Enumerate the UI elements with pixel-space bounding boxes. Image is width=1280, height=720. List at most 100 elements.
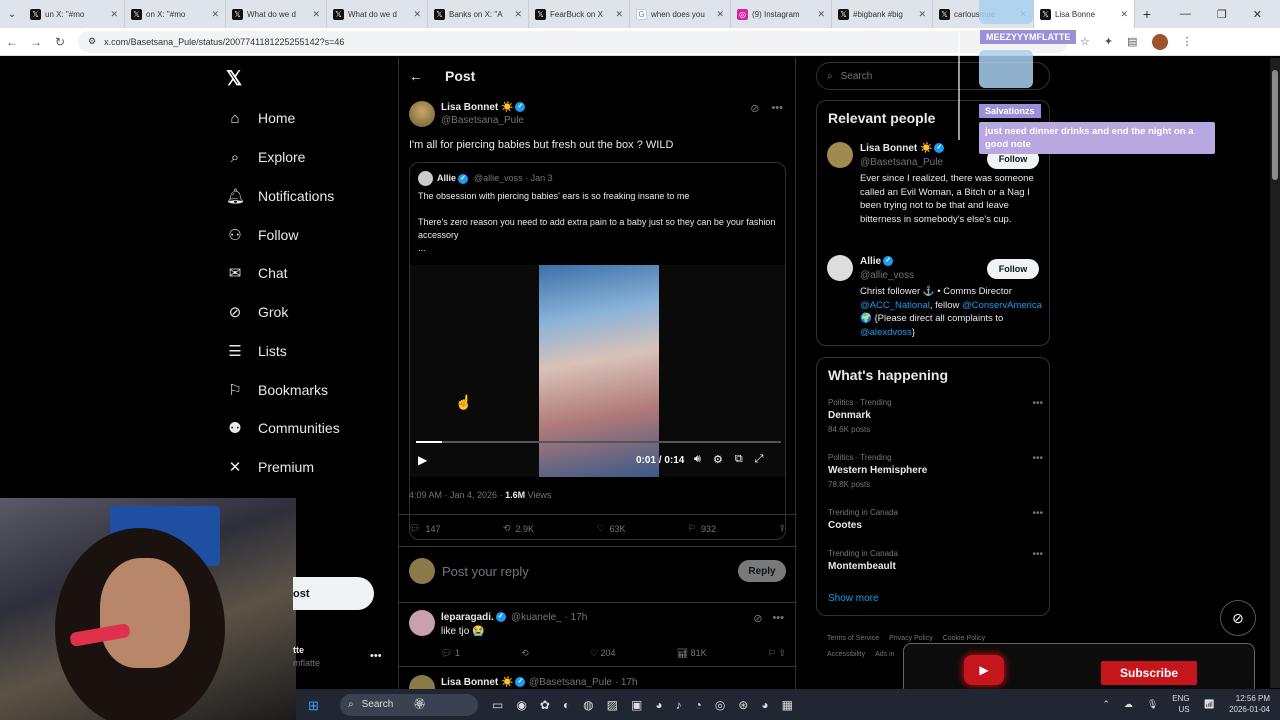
tab-close-icon[interactable]: ✕ bbox=[615, 9, 623, 20]
profile-avatar[interactable] bbox=[1151, 33, 1168, 50]
nav-item-follow[interactable]: ⚇ Follow bbox=[226, 220, 298, 250]
bio-link[interactable]: @alexdvoss bbox=[860, 327, 912, 338]
video-frame[interactable] bbox=[539, 265, 659, 477]
grok-floating-icon[interactable]: ⊘ bbox=[1220, 600, 1256, 636]
nav-item-grok[interactable]: ⊘ Grok bbox=[226, 297, 289, 327]
more-icon[interactable]: ••• bbox=[771, 102, 783, 115]
more-icon[interactable]: ••• bbox=[772, 612, 784, 625]
clock[interactable]: 12:56 PM 2026-01-04 bbox=[1229, 693, 1270, 715]
account-username[interactable]: mflatte bbox=[293, 658, 320, 668]
new-tab-button[interactable]: + bbox=[1135, 6, 1159, 22]
person-name[interactable]: Lisa Bonnet ☀️ ✓ bbox=[860, 143, 945, 154]
nav-item-notifications[interactable]: 🔔︎ Notifications bbox=[226, 181, 334, 211]
more-icon[interactable]: ••• bbox=[1032, 549, 1043, 560]
more-icon[interactable]: ••• bbox=[1032, 508, 1043, 519]
bio-link[interactable]: @ConservAmerica bbox=[962, 300, 1042, 311]
extensions-icon[interactable]: ✦ bbox=[1104, 35, 1113, 48]
grok-explain-icon[interactable]: ⊘ bbox=[753, 612, 762, 625]
tab-close-icon[interactable]: ✕ bbox=[413, 9, 421, 20]
more-icon[interactable]: ••• bbox=[1032, 453, 1043, 464]
person-username[interactable]: @Basetsana_Pule bbox=[860, 157, 943, 168]
footer-link[interactable]: Cookie Policy bbox=[943, 635, 985, 642]
scrollbar[interactable] bbox=[1270, 58, 1280, 688]
taskbar-search[interactable]: ⌕ Search 🏵︎ bbox=[340, 693, 478, 716]
volume-icon[interactable]: 🔊︎ bbox=[694, 453, 701, 466]
follow-button[interactable]: Follow bbox=[987, 259, 1039, 279]
trend-item[interactable]: Politics · Trending Denmark 84.6K posts ••• bbox=[828, 398, 1043, 434]
site-info-icon[interactable]: ⚙ bbox=[88, 36, 96, 47]
bookmark-action[interactable]: ⚐ 932 bbox=[688, 523, 716, 534]
reply-action[interactable]: 💬︎ 147 bbox=[409, 523, 440, 534]
steam-icon[interactable]: ⊛ bbox=[738, 698, 748, 712]
reply-action[interactable]: 💬︎ 1 bbox=[441, 648, 460, 659]
comment-avatar[interactable] bbox=[409, 610, 435, 636]
video-progress-bar[interactable] bbox=[416, 441, 781, 443]
reply-button[interactable]: Reply bbox=[738, 560, 786, 582]
menu-icon[interactable]: ⋮ bbox=[1182, 35, 1193, 48]
comment-author[interactable]: leparagadi. ✓ bbox=[441, 612, 506, 623]
browser-tab[interactable]: 𝕏 FearBuck on X ✕ bbox=[529, 0, 630, 28]
store-icon[interactable]: ▣ bbox=[631, 698, 642, 712]
browser-tab[interactable]: 𝕏on X: "#mo ✕ bbox=[125, 0, 226, 28]
tab-search-icon[interactable]: ⌄ bbox=[0, 0, 24, 28]
author-avatar[interactable] bbox=[409, 101, 435, 127]
nav-item-premium[interactable]: ✕ Premium bbox=[226, 452, 314, 482]
repost-action[interactable]: ⟲ 2.9K bbox=[503, 523, 534, 534]
edge-icon[interactable]: ◐ bbox=[563, 698, 570, 712]
browser-tab[interactable]: ◎ (9) Instagram ✕ bbox=[731, 0, 832, 28]
windows-start-icon[interactable]: ⊞ bbox=[308, 698, 328, 713]
nav-item-communities[interactable]: ⚉ Communities bbox=[226, 413, 339, 443]
browser-tab[interactable]: 𝕏un X: "#mo ✕ bbox=[24, 0, 125, 28]
nav-item-lists[interactable]: ☰ Lists bbox=[226, 336, 287, 366]
mic-icon[interactable]: 🎙︎ bbox=[1147, 699, 1158, 710]
author-name[interactable]: Lisa Bonnet ☀️ ✓ bbox=[441, 102, 526, 113]
play-icon[interactable]: ▶ bbox=[418, 453, 427, 467]
close-window-icon[interactable]: ✕ bbox=[1253, 8, 1262, 21]
notepad-icon[interactable]: ▨ bbox=[607, 698, 618, 712]
network-icon[interactable]: ☁ bbox=[1124, 699, 1133, 710]
footer-link[interactable]: Accessibility bbox=[827, 651, 865, 658]
account-name[interactable]: tte bbox=[293, 645, 304, 655]
globe-icon[interactable]: ◍ bbox=[583, 698, 593, 712]
tab-close-icon[interactable]: ✕ bbox=[716, 9, 724, 20]
browser-tab[interactable]: 𝕏 Banks on X: "A ✕ bbox=[428, 0, 529, 28]
firefox-icon[interactable]: ◉ bbox=[516, 698, 526, 712]
back-icon[interactable]: ← bbox=[0, 35, 24, 49]
file-explorer-icon[interactable]: ▭ bbox=[492, 698, 503, 712]
forward-icon[interactable]: → bbox=[24, 35, 48, 49]
wifi-icon[interactable]: 📶︎ bbox=[1204, 699, 1215, 710]
browser-tab[interactable]: 𝕏 What do we d ✕ bbox=[226, 0, 327, 28]
footer-link[interactable]: Privacy Policy bbox=[889, 635, 933, 642]
nav-item-explore[interactable]: ⌕ Explore bbox=[226, 142, 306, 172]
nav-item-home[interactable]: ⌂ Home bbox=[226, 103, 295, 133]
tiktok-icon[interactable]: ♪ bbox=[676, 698, 682, 712]
person-avatar[interactable] bbox=[827, 255, 853, 281]
back-arrow-icon[interactable]: ← bbox=[409, 68, 423, 84]
repost-action[interactable]: ⟲ bbox=[521, 648, 529, 659]
views-action[interactable]: 📊︎ 81K bbox=[677, 648, 707, 659]
like-action[interactable]: ♡ 204 bbox=[590, 648, 616, 659]
tray-chevron-icon[interactable]: ⌃ bbox=[1102, 699, 1110, 710]
video-player[interactable]: ▶ 0:01 / 0:14 🔊︎ ⚙ ⧉ ⤢ bbox=[410, 265, 785, 477]
quote-author-avatar[interactable] bbox=[418, 171, 433, 186]
bookmark-action[interactable]: ⚐ ⇪ bbox=[768, 648, 786, 659]
pip-icon[interactable]: ⧉ bbox=[735, 453, 743, 466]
tab-close-icon[interactable]: ✕ bbox=[514, 9, 522, 20]
settings-icon[interactable]: ⚙ bbox=[713, 453, 723, 466]
bio-link[interactable]: @ACC_National bbox=[860, 300, 930, 311]
browser-tab[interactable]: 𝕏 #bigbank #big ✕ bbox=[832, 0, 933, 28]
url-field[interactable]: ⚙ x.com/Basetsana_Pule/status/2007741181… bbox=[78, 30, 1068, 53]
trend-item[interactable]: Trending in Canada Cootes ••• bbox=[828, 508, 1043, 531]
reload-icon[interactable]: ↻ bbox=[48, 35, 72, 49]
person-name[interactable]: Allie ✓ bbox=[860, 256, 894, 267]
tab-close-icon[interactable]: ✕ bbox=[312, 9, 320, 20]
x-logo-icon[interactable]: 𝕏 bbox=[226, 66, 242, 91]
trend-item[interactable]: Trending in Canada Montembeault ••• bbox=[828, 549, 1043, 572]
minimize-icon[interactable]: — bbox=[1180, 8, 1191, 20]
footer-link[interactable]: Terms of Service bbox=[827, 635, 879, 642]
trend-item[interactable]: Politics · Trending Western Hemisphere 78.… bbox=[828, 453, 1043, 489]
language-indicator[interactable]: ENG US bbox=[1172, 693, 1189, 715]
author-username[interactable]: @Basetsana_Pule bbox=[441, 115, 524, 126]
discord-icon[interactable]: ◔ bbox=[695, 698, 702, 712]
maximize-icon[interactable]: ❐ bbox=[1217, 8, 1227, 21]
